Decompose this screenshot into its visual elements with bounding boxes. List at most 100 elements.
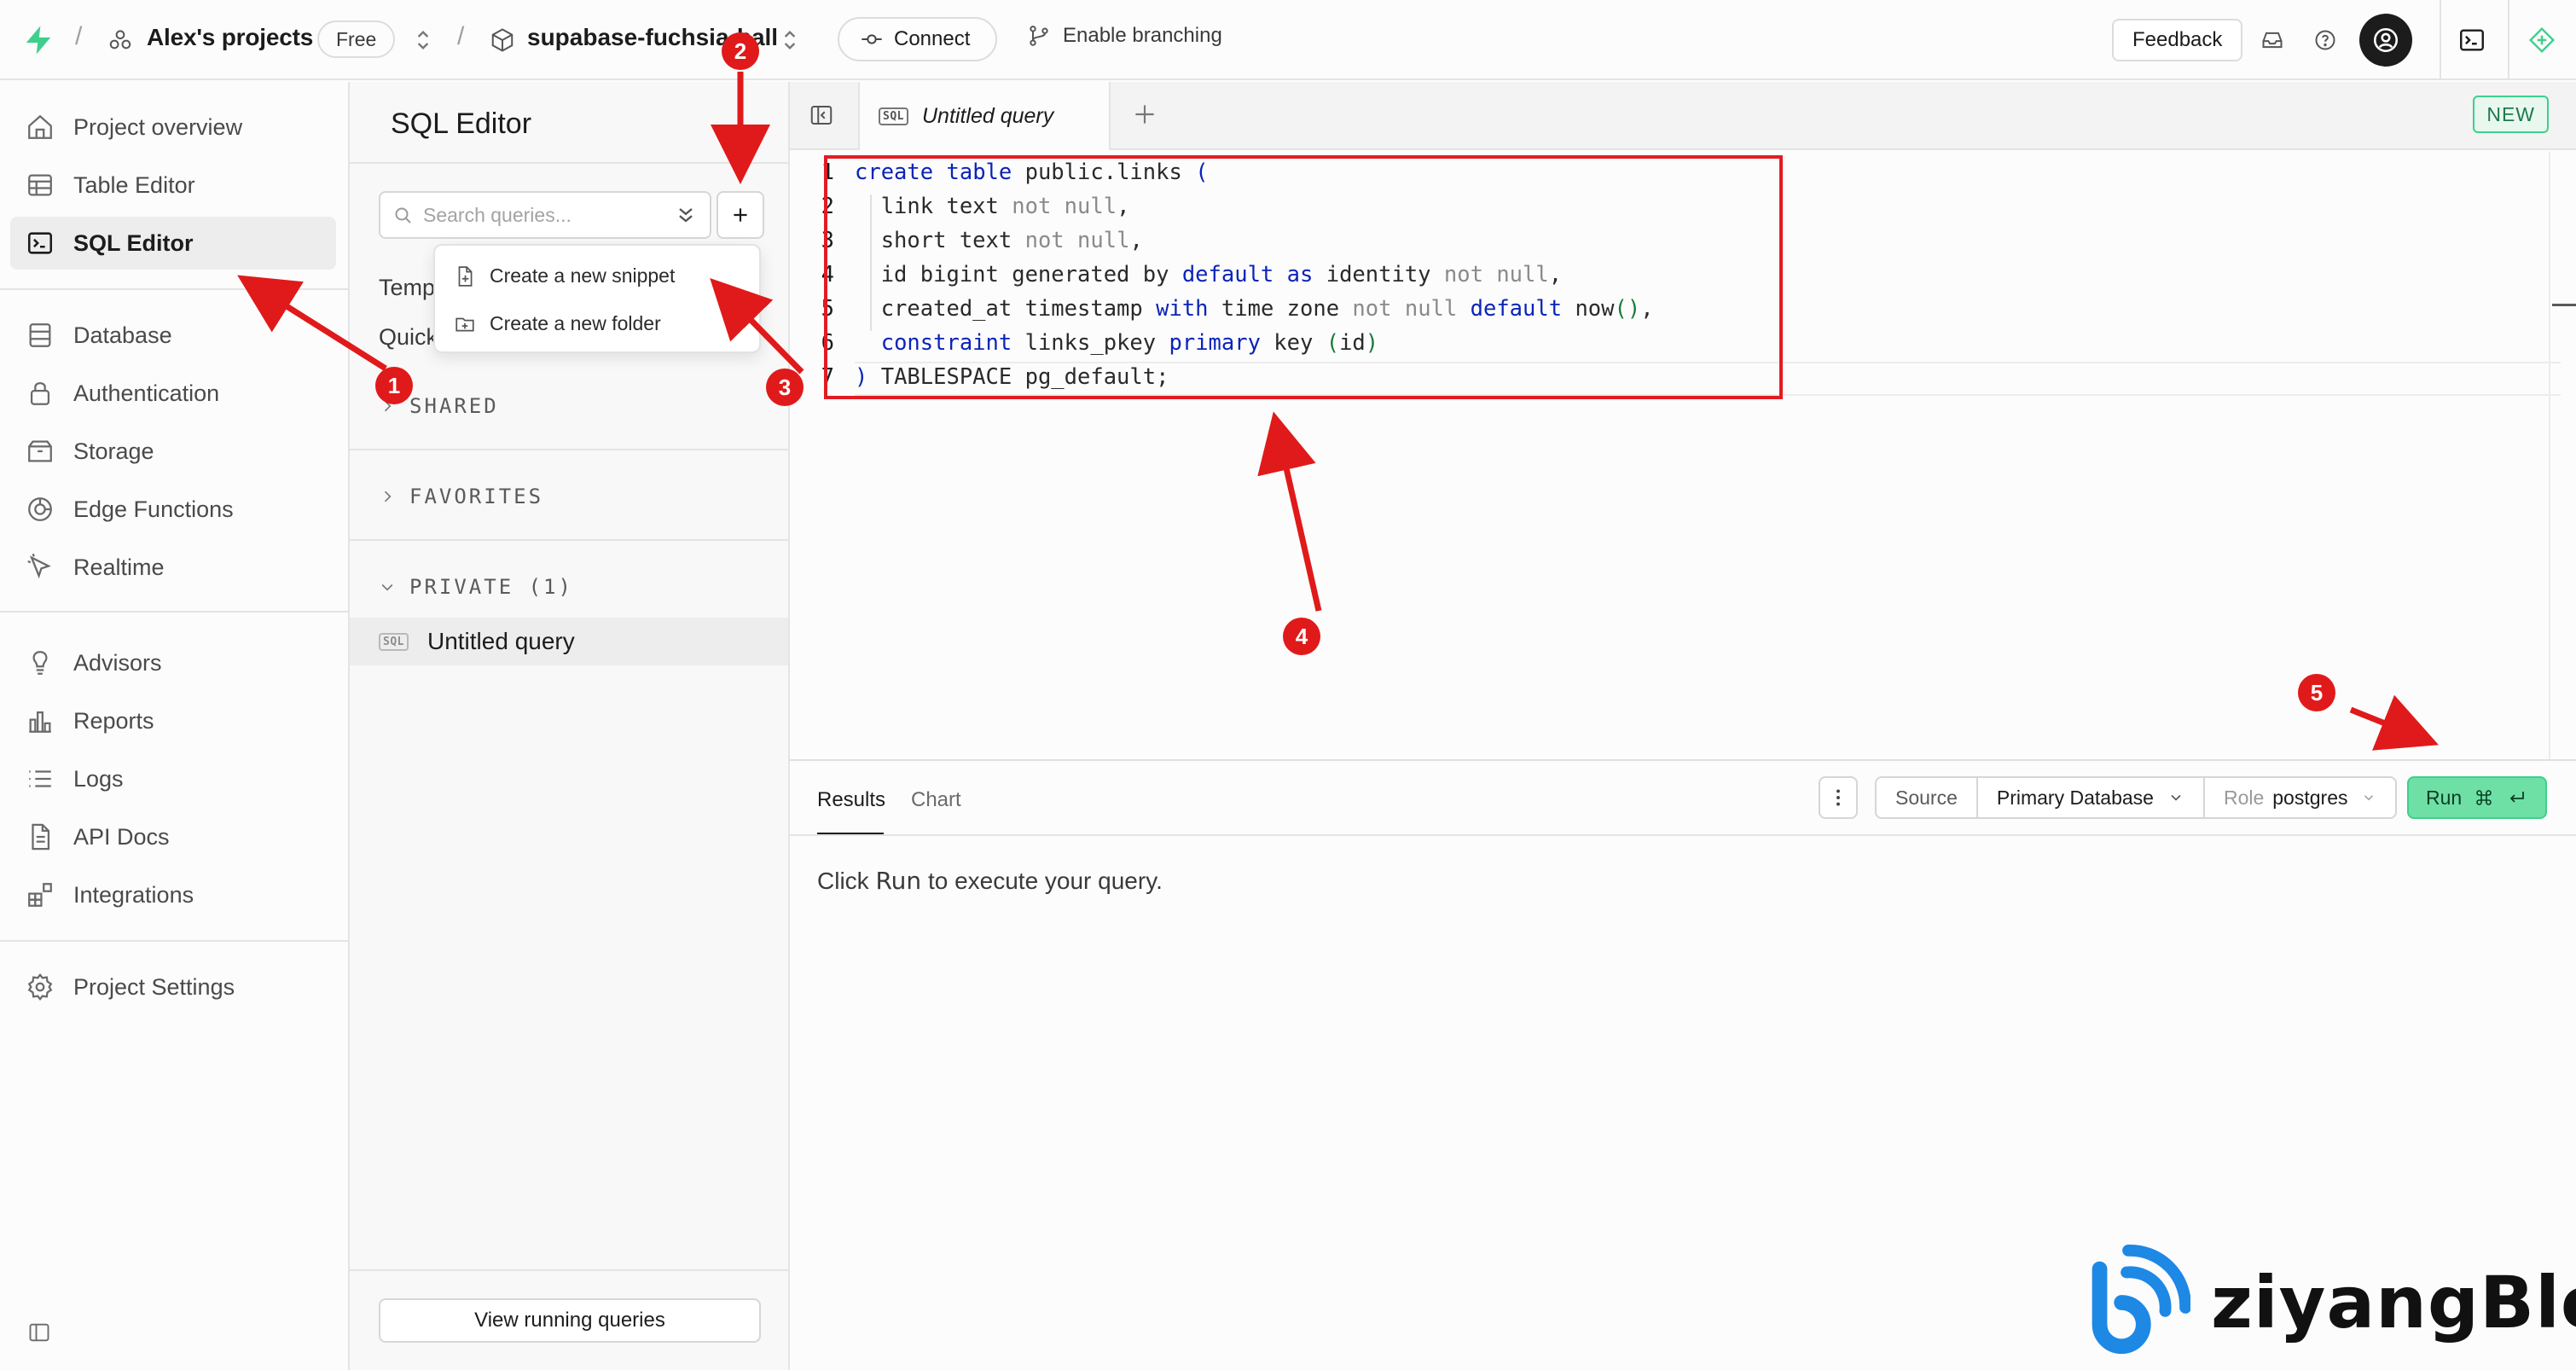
new-snippet-plus-button[interactable] xyxy=(717,191,764,239)
org-switcher-chevron-icon[interactable] xyxy=(416,26,435,55)
sort-chevron-icon[interactable] xyxy=(674,203,698,227)
query-source-group: Source Primary Database Role postgres xyxy=(1875,776,2398,819)
inbox-icon[interactable] xyxy=(2255,23,2289,57)
nav-item-table-editor[interactable]: Table Editor xyxy=(10,159,336,212)
create-folder-menu-item[interactable]: Create a new folder xyxy=(454,312,661,335)
run-button[interactable]: Run xyxy=(2407,776,2547,819)
connect-button[interactable]: Connect xyxy=(838,17,998,61)
toggle-panel-icon[interactable] xyxy=(809,102,836,130)
section-label: FAVORITES xyxy=(409,485,544,508)
create-snippet-menu-item[interactable]: Create a new snippet xyxy=(454,264,675,287)
search-placeholder: Search queries... xyxy=(423,203,571,226)
sql-file-icon: SQL xyxy=(879,107,908,125)
nav-item-api-docs[interactable]: API Docs xyxy=(10,810,336,863)
enable-branching-button[interactable]: Enable branching xyxy=(1027,24,1222,48)
chevron-down-icon xyxy=(2364,795,2374,801)
folder-plus-icon xyxy=(455,317,474,331)
role-value: postgres xyxy=(2272,786,2348,809)
results-empty-message: Click Run to execute your query. xyxy=(817,867,1163,895)
list-icon xyxy=(29,770,51,787)
section-favorites[interactable]: FAVORITES xyxy=(379,485,543,508)
nav-item-advisors[interactable]: Advisors xyxy=(10,636,336,689)
nav-item-storage[interactable]: Storage xyxy=(10,425,336,478)
nav-item-integrations[interactable]: Integrations xyxy=(10,868,336,921)
functions-icon xyxy=(28,497,52,521)
view-running-queries-button[interactable]: View running queries xyxy=(379,1298,761,1343)
enter-key-icon xyxy=(2509,792,2525,803)
new-badge[interactable]: NEW xyxy=(2473,96,2549,133)
nav-label: API Docs xyxy=(73,823,170,850)
annotation-badge: 3 xyxy=(766,369,804,406)
nav-item-edge-functions[interactable]: Edge Functions xyxy=(10,483,336,536)
more-options-button[interactable] xyxy=(1819,776,1858,819)
nav-label: SQL Editor xyxy=(73,229,194,256)
tab-untitled-query[interactable]: SQL Untitled query xyxy=(858,82,1111,150)
sql-file-icon: SQL xyxy=(379,632,409,651)
watermark: ziyangBlog xyxy=(2073,1239,2576,1367)
role-label: Role xyxy=(2223,786,2265,809)
project-switcher-chevron-icon[interactable] xyxy=(783,26,802,55)
avatar[interactable] xyxy=(2359,14,2412,67)
query-name: Untitled query xyxy=(426,628,575,654)
nav-divider xyxy=(0,940,350,942)
nav-item-database[interactable]: Database xyxy=(10,309,336,362)
blog-logo-icon xyxy=(2092,1244,2190,1355)
branching-label: Enable branching xyxy=(1063,24,1222,47)
nav-label: Project overview xyxy=(73,113,243,140)
gear-icon xyxy=(27,973,53,1001)
section-label: SHARED xyxy=(409,394,499,418)
nav-item-project-overview[interactable]: Project overview xyxy=(10,101,336,154)
lock-icon xyxy=(30,382,50,405)
breadcrumb-separator: / xyxy=(457,22,465,50)
git-branch-icon xyxy=(1030,26,1048,46)
chevron-right-icon xyxy=(384,491,392,502)
nav-item-project-settings[interactable]: Project Settings xyxy=(10,961,336,1013)
tab-results[interactable]: Results xyxy=(817,788,885,812)
nav-item-realtime[interactable]: Realtime xyxy=(10,541,336,594)
terminal-icon[interactable] xyxy=(2455,23,2489,57)
nav-item-reports[interactable]: Reports xyxy=(10,694,336,747)
results-divider xyxy=(790,834,2576,836)
file-plus-icon xyxy=(458,265,473,287)
new-item-popup-menu: Create a new snippet Create a new folder xyxy=(433,244,761,353)
query-list-item[interactable]: SQL Untitled query xyxy=(350,618,788,665)
nav-item-authentication[interactable]: Authentication xyxy=(10,367,336,420)
add-tab-plus-icon[interactable] xyxy=(1131,101,1162,131)
role-select[interactable]: Role postgres xyxy=(2205,778,2396,817)
message-run-word: Run xyxy=(875,867,922,895)
nav-label: Table Editor xyxy=(73,171,195,198)
tab-chart[interactable]: Chart xyxy=(911,788,961,812)
templates-item[interactable]: Temp xyxy=(379,275,435,301)
feedback-button[interactable]: Feedback xyxy=(2112,19,2243,61)
editor-scrollbar[interactable] xyxy=(2549,152,2576,759)
top-bar: / Alex's projects Free / supabase-fuchsi… xyxy=(0,0,2576,80)
user-avatar-icon xyxy=(2373,27,2399,53)
run-label: Run xyxy=(2426,786,2463,809)
nav-divider xyxy=(0,611,350,612)
cursor-icon xyxy=(27,553,51,579)
tab-label: Untitled query xyxy=(921,103,1054,128)
annotation-badge: 4 xyxy=(1283,618,1320,655)
nav-item-sql-editor[interactable]: SQL Editor xyxy=(10,217,336,270)
help-icon[interactable] xyxy=(2308,23,2342,57)
nav-label: Realtime xyxy=(73,554,165,580)
org-name[interactable]: Alex's projects xyxy=(147,24,313,51)
annotation-highlight-box xyxy=(824,155,1783,399)
quickstarts-item[interactable]: Quick xyxy=(379,324,438,351)
chevron-down-icon xyxy=(381,583,393,591)
nav-item-logs[interactable]: Logs xyxy=(10,752,336,805)
supabase-logo-icon[interactable] xyxy=(22,24,55,56)
collapse-sidebar-icon[interactable] xyxy=(27,1321,53,1346)
message-prefix: Click xyxy=(817,868,869,894)
annotation-badge: 2 xyxy=(722,32,759,70)
database-value: Primary Database xyxy=(1996,786,2154,809)
scrollbar-marker xyxy=(2552,304,2576,306)
assistant-diamond-icon[interactable] xyxy=(2525,23,2559,57)
plan-badge: Free xyxy=(317,20,396,58)
section-private[interactable]: PRIVATE (1) xyxy=(379,575,573,599)
database-select[interactable]: Primary Database xyxy=(1978,778,2205,817)
nav-label: Database xyxy=(73,322,172,348)
nav-label: Reports xyxy=(73,707,154,734)
search-queries-input[interactable]: Search queries... xyxy=(379,191,711,239)
file-icon xyxy=(32,823,50,850)
